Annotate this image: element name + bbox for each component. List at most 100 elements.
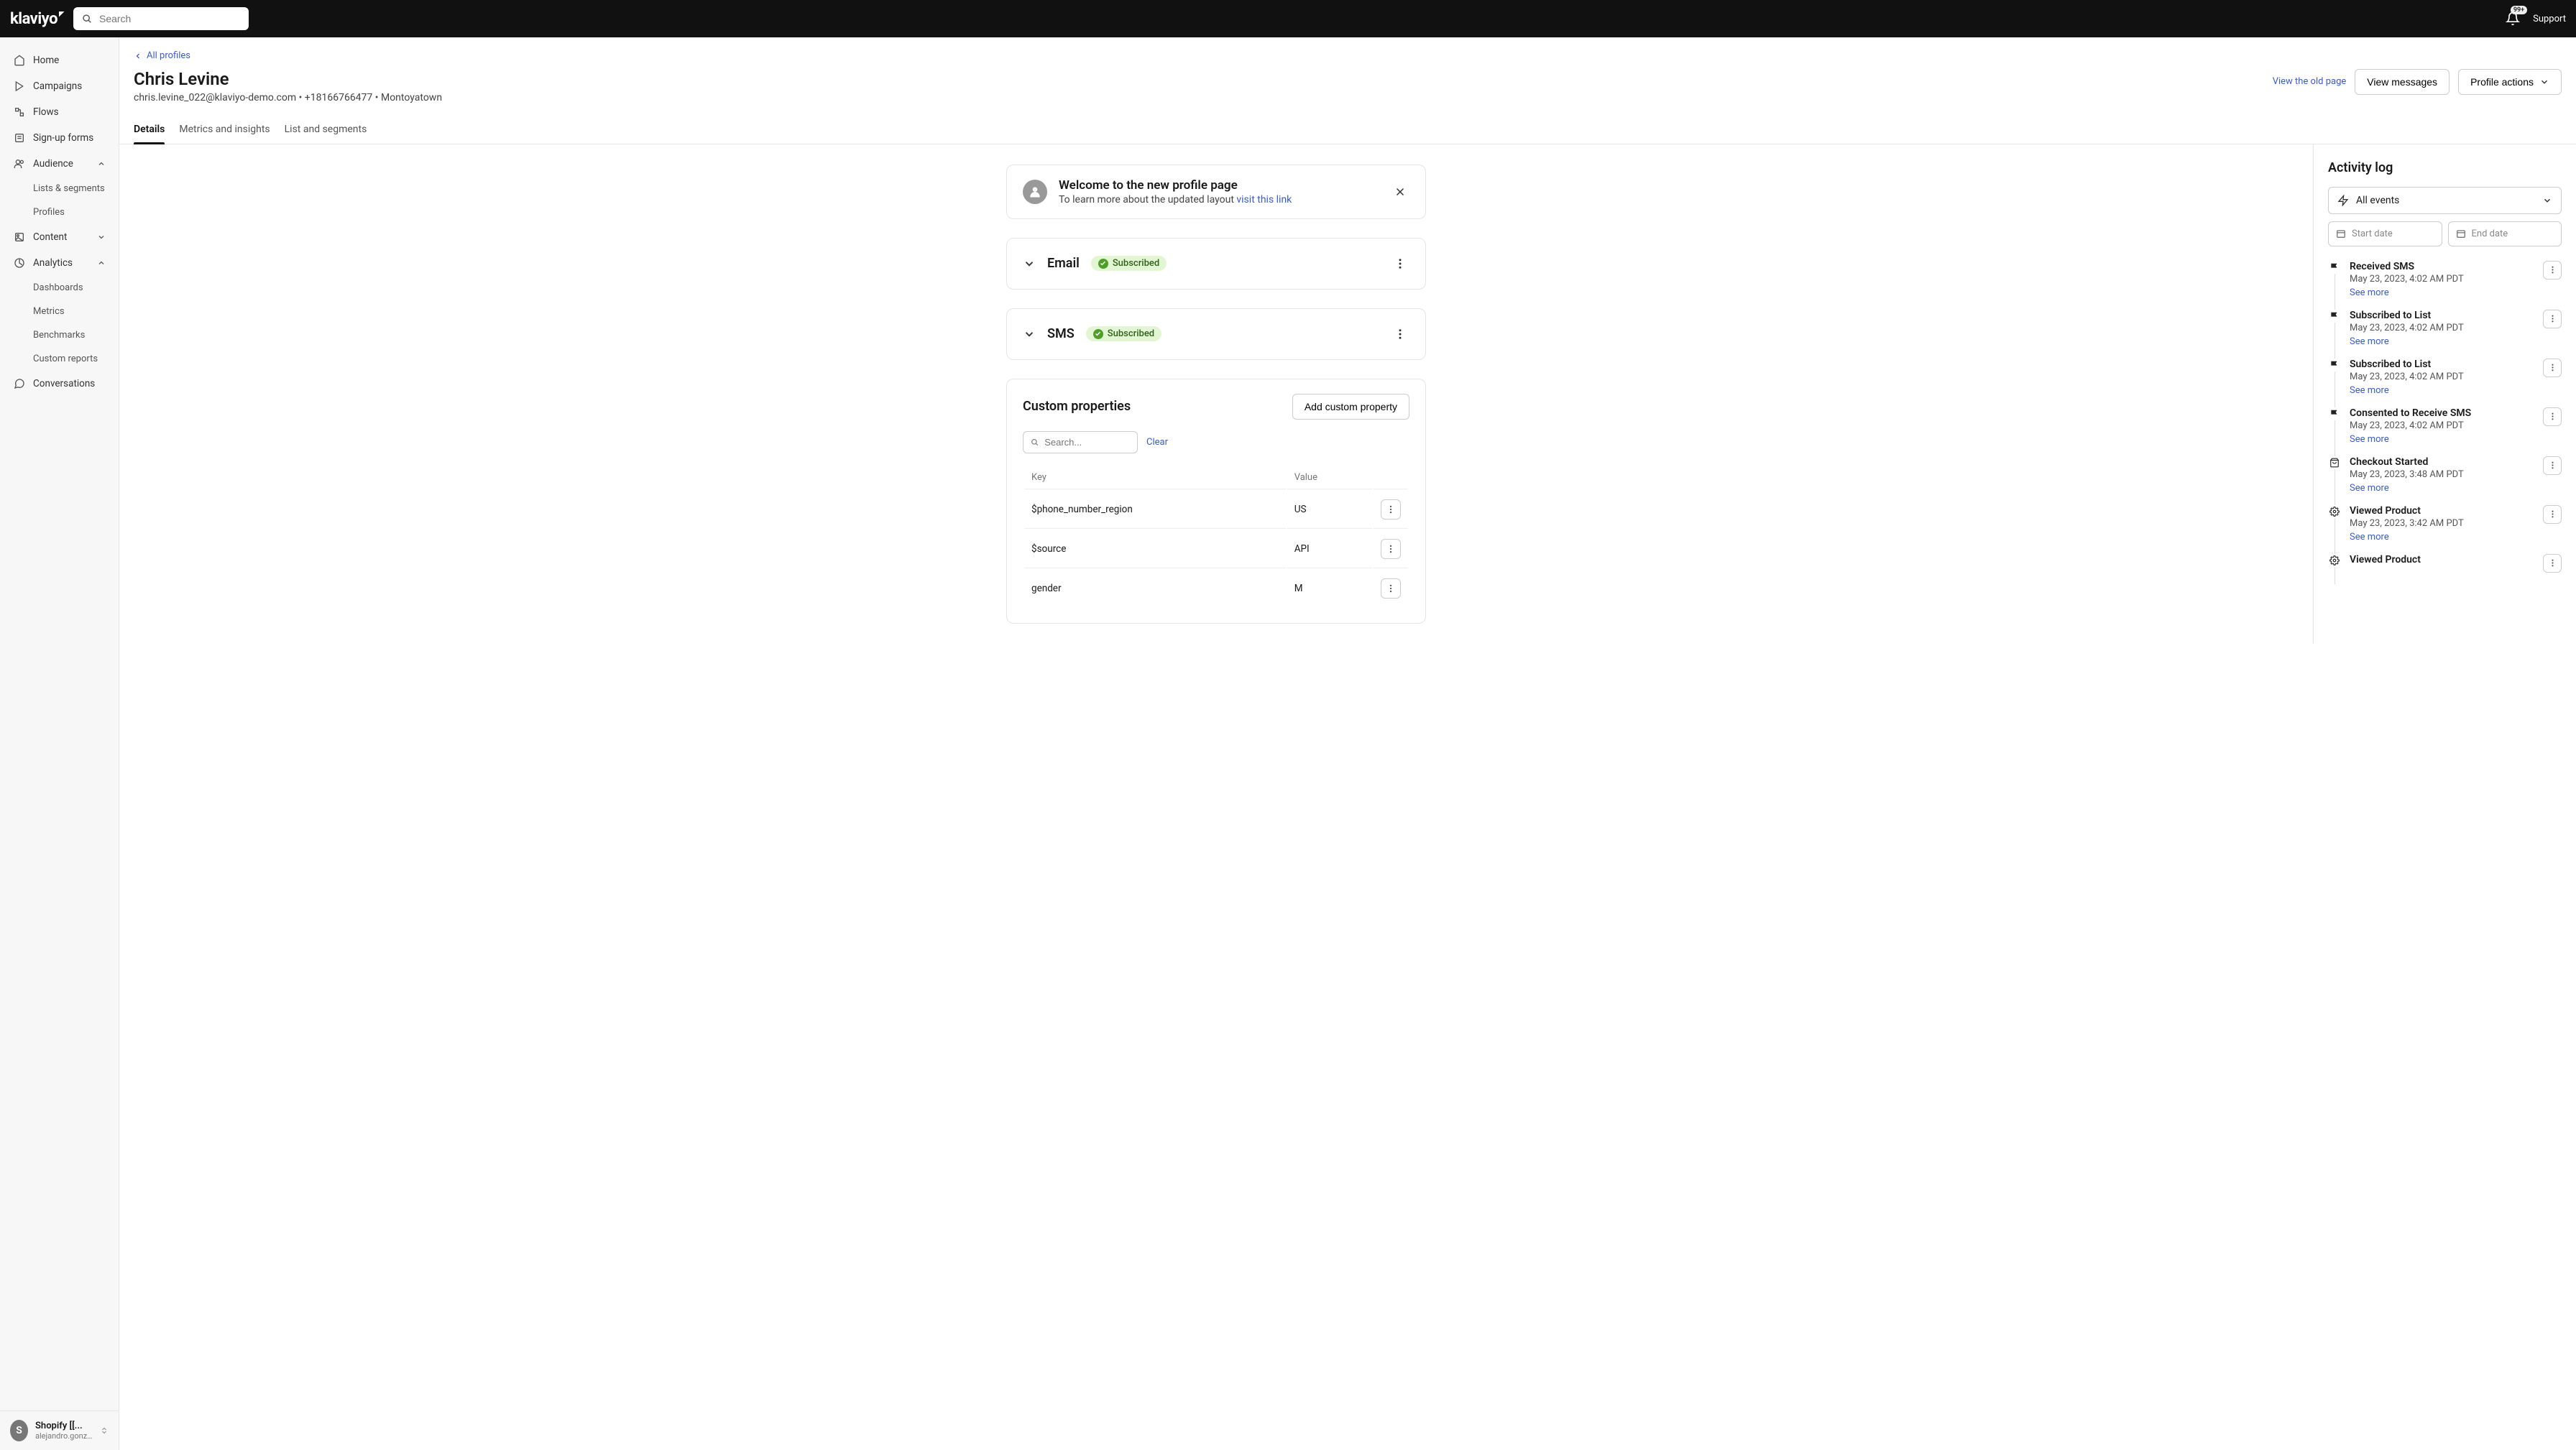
event-filter-label: All events <box>2356 195 2399 206</box>
support-link[interactable]: Support <box>2533 14 2566 24</box>
profile-actions-button[interactable]: Profile actions <box>2458 69 2562 95</box>
sidebar-item-home[interactable]: Home <box>0 47 119 73</box>
table-row: $phone_number_regionUS <box>1024 491 1408 529</box>
sidebar-item-dashboards[interactable]: Dashboards <box>0 276 119 300</box>
profile-location: Montoyatown <box>381 92 442 103</box>
profile-subtitle: chris.levine_022@klaviyo-demo.com • +181… <box>134 92 442 103</box>
event-filter-dropdown[interactable]: All events <box>2328 187 2562 214</box>
forms-icon <box>13 131 26 144</box>
sidebar-item-signup-forms[interactable]: Sign-up forms <box>0 125 119 151</box>
expand-toggle[interactable] <box>1023 257 1036 270</box>
topbar-right: 99+ Support <box>2506 11 2566 26</box>
event-menu-button[interactable] <box>2543 554 2562 573</box>
breadcrumb-label: All profiles <box>147 50 190 61</box>
activity-timeline: Received SMS May 23, 2023, 4:02 AM PDT See… <box>2328 261 2562 584</box>
tab-lists-segments[interactable]: List and segments <box>285 116 367 144</box>
notifications-button[interactable]: 99+ <box>2506 11 2520 26</box>
close-button[interactable] <box>1391 183 1409 201</box>
see-more-link[interactable]: See more <box>2350 336 2389 347</box>
expand-toggle[interactable] <box>1023 328 1036 341</box>
sidebar-label: Conversations <box>33 378 95 389</box>
see-more-link[interactable]: See more <box>2350 287 2389 298</box>
account-text: Shopify [[... alejandro.gonz... <box>35 1421 93 1441</box>
event-menu-button[interactable] <box>2543 359 2562 377</box>
sidebar-item-custom-reports[interactable]: Custom reports <box>0 347 119 371</box>
sidebar-label: Campaigns <box>33 80 82 92</box>
end-date-input[interactable]: End date <box>2448 221 2562 246</box>
event-menu-button[interactable] <box>2543 505 2562 524</box>
chevron-down-icon <box>97 233 106 241</box>
see-more-link[interactable]: See more <box>2350 434 2389 445</box>
sidebar-item-benchmarks[interactable]: Benchmarks <box>0 323 119 347</box>
event-date: May 23, 2023, 4:02 AM PDT <box>2350 323 2534 333</box>
activity-event: Received SMS May 23, 2023, 4:02 AM PDT See… <box>2328 261 2562 310</box>
start-date-input[interactable]: Start date <box>2328 221 2442 246</box>
bolt-icon <box>2337 195 2349 206</box>
event-name: Subscribed to List <box>2350 359 2534 370</box>
sidebar-item-metrics[interactable]: Metrics <box>0 300 119 323</box>
sidebar-item-audience[interactable]: Audience <box>0 151 119 177</box>
row-menu-button[interactable] <box>1381 539 1401 559</box>
tab-details[interactable]: Details <box>134 116 165 144</box>
event-date: May 23, 2023, 4:02 AM PDT <box>2350 420 2534 431</box>
sidebar-label: Lists & segments <box>33 183 105 194</box>
row-menu-button[interactable] <box>1381 499 1401 519</box>
chevron-down-icon <box>1023 257 1036 270</box>
sidebar-item-conversations[interactable]: Conversations <box>0 371 119 397</box>
tab-metrics[interactable]: Metrics and insights <box>179 116 270 144</box>
welcome-banner: Welcome to the new profile page To learn… <box>1006 165 1426 219</box>
status-badge: Subscribed <box>1086 326 1162 341</box>
page-header: All profiles Chris Levine chris.levine_0… <box>119 37 2576 103</box>
account-switcher[interactable]: S Shopify [[... alejandro.gonz... <box>0 1410 119 1450</box>
sidebar-item-content[interactable]: Content <box>0 224 119 250</box>
search-icon <box>80 12 93 25</box>
channel-menu-button[interactable] <box>1391 254 1409 273</box>
see-more-link[interactable]: See more <box>2350 483 2389 494</box>
custom-props-search-input[interactable] <box>1044 437 1130 448</box>
event-menu-button[interactable] <box>2543 261 2562 280</box>
flag-icon <box>2328 261 2341 274</box>
event-menu-button[interactable] <box>2543 310 2562 328</box>
sidebar-item-campaigns[interactable]: Campaigns <box>0 73 119 99</box>
profile-actions-label: Profile actions <box>2470 76 2534 88</box>
view-messages-button[interactable]: View messages <box>2355 69 2450 95</box>
chevron-up-icon <box>97 259 106 267</box>
prop-value: API <box>1287 530 1372 568</box>
add-custom-property-button[interactable]: Add custom property <box>1292 394 1409 420</box>
row-menu-button[interactable] <box>1381 578 1401 599</box>
event-menu-button[interactable] <box>2543 407 2562 426</box>
campaigns-icon <box>13 80 26 93</box>
custom-props-title: Custom properties <box>1023 399 1131 414</box>
breadcrumb-back[interactable]: All profiles <box>134 50 190 61</box>
see-more-link[interactable]: See more <box>2350 532 2389 542</box>
event-menu-button[interactable] <box>2543 456 2562 475</box>
search-icon <box>1031 438 1039 447</box>
kebab-icon <box>1386 504 1396 514</box>
event-date: May 23, 2023, 4:02 AM PDT <box>2350 274 2534 285</box>
logo[interactable]: klaviyo <box>10 10 63 28</box>
end-date-placeholder: End date <box>2472 228 2508 239</box>
sidebar-item-lists-segments[interactable]: Lists & segments <box>0 177 119 200</box>
flows-icon <box>13 106 26 119</box>
check-icon <box>1098 259 1108 269</box>
kebab-icon <box>2548 265 2557 274</box>
audience-icon <box>13 157 26 170</box>
activity-event: Subscribed to ListMay 23, 2023, 4:02 AM … <box>2328 310 2562 359</box>
clear-link[interactable]: Clear <box>1146 437 1168 448</box>
sidebar-item-analytics[interactable]: Analytics <box>0 250 119 276</box>
event-name: Received SMS <box>2350 261 2534 272</box>
table-header-key: Key <box>1024 466 1286 489</box>
sidebar-item-profiles[interactable]: Profiles <box>0 200 119 224</box>
email-channel-card: Email Subscribed <box>1006 238 1426 290</box>
activity-event: Checkout StartedMay 23, 2023, 3:48 AM PD… <box>2328 456 2562 505</box>
see-more-link[interactable]: See more <box>2350 385 2389 396</box>
profile-phone: +18166766477 <box>305 92 373 103</box>
sidebar-item-flows[interactable]: Flows <box>0 99 119 125</box>
channel-menu-button[interactable] <box>1391 325 1409 343</box>
welcome-link[interactable]: visit this link <box>1236 194 1292 206</box>
welcome-title: Welcome to the new profile page <box>1059 178 1379 193</box>
sidebar-label: Metrics <box>33 306 65 317</box>
view-old-page-link[interactable]: View the old page <box>2273 76 2347 87</box>
search-input[interactable] <box>99 13 242 24</box>
prop-key: gender <box>1024 570 1286 607</box>
